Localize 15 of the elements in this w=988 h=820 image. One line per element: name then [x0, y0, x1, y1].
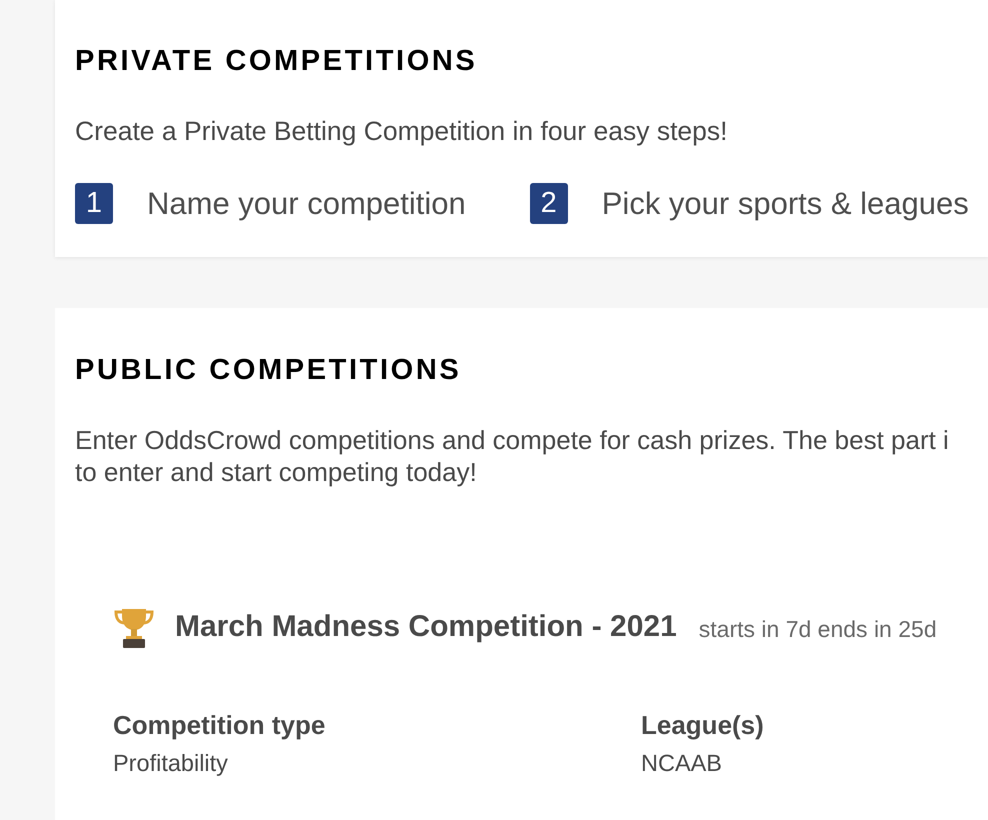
section-heading: PUBLIC COMPETITIONS [75, 353, 462, 387]
description-text: Enter OddsCrowd competitions and compete for cash prizes. The best part i to enter and start competing today! [75, 424, 949, 488]
detail-value: NCAAB [641, 749, 722, 777]
intro-text: Create a Private Betting Competition in four easy steps! [75, 115, 728, 147]
step-label: Name your competition [147, 184, 466, 222]
step-number-badge: 2 [530, 183, 568, 224]
detail-value: Profitability [113, 749, 228, 777]
competition-title: March Madness Competition - 2021 [175, 609, 677, 645]
step-number-badge: 1 [75, 183, 113, 224]
detail-label: League(s) [641, 710, 764, 740]
step-label: Pick your sports & leagues [602, 184, 969, 222]
competition-timing: starts in 7d ends in 25d [698, 615, 937, 643]
detail-label: Competition type [113, 710, 326, 740]
trophy-icon [113, 606, 155, 648]
section-heading: PRIVATE COMPETITIONS [75, 44, 478, 78]
